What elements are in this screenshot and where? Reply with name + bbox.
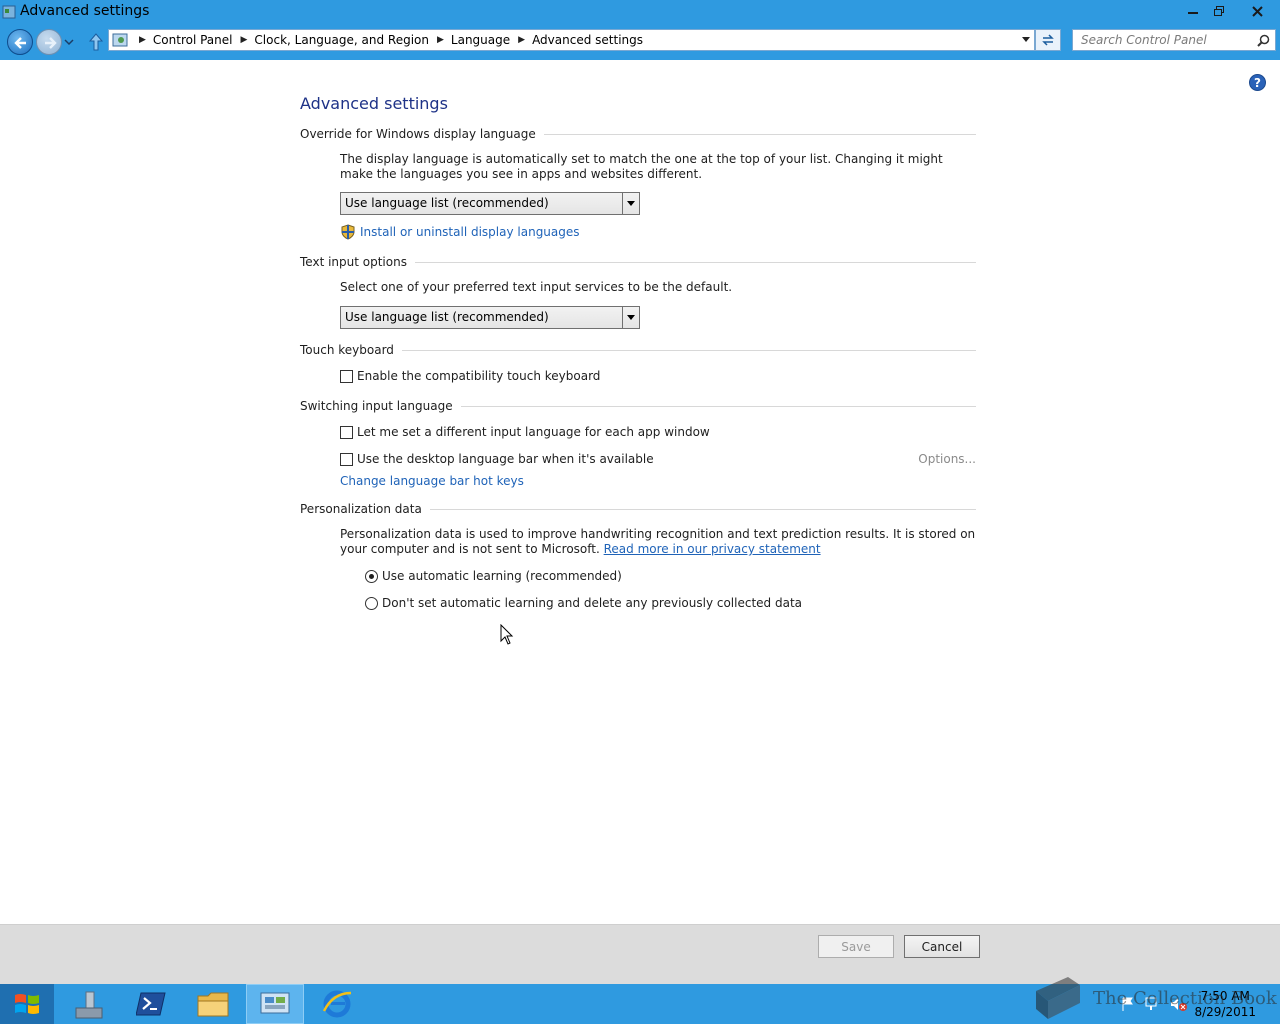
minimize-icon (1188, 12, 1198, 14)
install-display-languages-link[interactable]: Install or uninstall display languages (360, 225, 580, 239)
section-display-language: Override for Windows display language (300, 127, 976, 141)
shield-icon (341, 224, 355, 240)
divider (543, 133, 976, 135)
up-arrow-icon[interactable] (87, 32, 105, 52)
dropdown-value: Use language list (recommended) (345, 310, 549, 324)
cancel-button[interactable]: Cancel (904, 935, 980, 958)
taskbar-internet-explorer[interactable] (308, 984, 366, 1024)
search-input[interactable] (1073, 30, 1253, 50)
taskbar-control-panel[interactable] (246, 984, 304, 1024)
book-icon (1036, 977, 1080, 1019)
radio-label[interactable]: Use automatic learning (recommended) (382, 569, 622, 583)
navigation-bar: ▶ Control Panel ▶ Clock, Language, and R… (0, 24, 1280, 60)
options-link[interactable]: Options... (918, 452, 976, 466)
recent-locations-chevron-icon[interactable] (63, 37, 75, 47)
breadcrumb-arrow-icon[interactable]: ▶ (139, 35, 146, 45)
control-panel-icon (2, 5, 16, 19)
folder-icon (197, 992, 229, 1017)
per-app-language-option[interactable]: Let me set a different input language fo… (340, 425, 710, 439)
checkbox-label[interactable]: Enable the compatibility touch keyboard (357, 369, 600, 383)
watermark: The Collection Book (1030, 975, 1280, 1021)
change-hotkeys-link[interactable]: Change language bar hot keys (340, 474, 524, 488)
section-heading: Personalization data (300, 502, 422, 516)
section-heading: Switching input language (300, 399, 453, 413)
minimize-button[interactable] (1180, 0, 1206, 22)
restore-icon (1214, 6, 1224, 16)
display-language-description: The display language is automatically se… (340, 152, 943, 181)
checkbox-label[interactable]: Let me set a different input language fo… (357, 425, 710, 439)
dropdown-arrow-icon[interactable] (622, 193, 639, 214)
radio-label[interactable]: Don't set automatic learning and delete … (382, 596, 802, 610)
section-heading: Override for Windows display language (300, 127, 536, 141)
back-arrow-icon (14, 37, 26, 49)
personalization-description: Personalization data is used to improve … (340, 527, 976, 557)
section-heading: Touch keyboard (300, 343, 394, 357)
forward-button[interactable] (36, 29, 62, 55)
help-icon[interactable]: ? (1249, 74, 1266, 91)
text-input-dropdown[interactable]: Use language list (recommended) (340, 306, 640, 329)
taskbar-powershell[interactable] (122, 984, 180, 1024)
automatic-learning-radio[interactable] (365, 569, 378, 583)
no-learning-radio[interactable] (365, 596, 378, 610)
dropdown-arrow-icon[interactable] (622, 307, 639, 328)
breadcrumb: ▶ Control Panel ▶ Clock, Language, and R… (135, 30, 643, 50)
section-switching-input: Switching input language (300, 399, 976, 413)
touch-keyboard-checkbox[interactable] (340, 369, 353, 383)
privacy-statement-link[interactable]: Read more in our privacy statement (604, 542, 821, 556)
divider (429, 508, 976, 510)
breadcrumb-advanced-settings[interactable]: Advanced settings (532, 33, 643, 47)
breadcrumb-clock-language-region[interactable]: Clock, Language, and Region (254, 33, 429, 47)
display-language-dropdown[interactable]: Use language list (recommended) (340, 192, 640, 215)
per-app-language-checkbox[interactable] (340, 425, 353, 439)
text-input-description: Select one of your preferred text input … (340, 280, 733, 294)
address-dropdown-icon[interactable] (1022, 37, 1030, 43)
save-button[interactable]: Save (818, 935, 894, 958)
internet-explorer-icon (322, 990, 352, 1018)
back-button[interactable] (7, 29, 33, 55)
taskbar-server-manager[interactable] (60, 984, 118, 1024)
forward-arrow-icon (45, 37, 57, 49)
close-button[interactable] (1242, 0, 1272, 22)
section-touch-keyboard: Touch keyboard (300, 343, 976, 357)
install-display-languages-row: Install or uninstall display languages (340, 224, 580, 240)
section-personalization: Personalization data (300, 502, 976, 516)
powershell-icon (136, 992, 166, 1016)
divider (401, 349, 976, 351)
window-title: Advanced settings (20, 3, 150, 19)
breadcrumb-control-panel[interactable]: Control Panel (153, 33, 233, 47)
section-heading: Text input options (300, 255, 407, 269)
desktop-language-bar-option[interactable]: Use the desktop language bar when it's a… (340, 452, 654, 466)
title-bar: Advanced settings (0, 0, 1280, 24)
desktop-language-bar-checkbox[interactable] (340, 452, 353, 466)
close-icon (1251, 5, 1263, 17)
page-title: Advanced settings (300, 94, 448, 113)
refresh-button[interactable] (1035, 29, 1061, 51)
touch-keyboard-option[interactable]: Enable the compatibility touch keyboard (340, 369, 600, 383)
mouse-cursor-icon (500, 624, 514, 645)
start-button[interactable] (0, 984, 54, 1024)
breadcrumb-language[interactable]: Language (451, 33, 510, 47)
no-learning-option[interactable]: Don't set automatic learning and delete … (365, 596, 802, 610)
dropdown-value: Use language list (recommended) (345, 196, 549, 210)
divider (460, 405, 976, 407)
server-manager-icon (75, 991, 103, 1019)
checkbox-label[interactable]: Use the desktop language bar when it's a… (357, 452, 654, 466)
control-panel-icon (260, 992, 290, 1014)
refresh-icon (1042, 34, 1054, 46)
search-box[interactable] (1072, 29, 1276, 51)
divider (414, 261, 976, 263)
windows-logo-icon (15, 994, 39, 1014)
search-icon[interactable] (1257, 34, 1270, 47)
automatic-learning-option[interactable]: Use automatic learning (recommended) (365, 569, 622, 583)
taskbar-file-explorer[interactable] (184, 984, 242, 1024)
breadcrumb-arrow-icon[interactable]: ▶ (241, 35, 248, 45)
restore-button[interactable] (1206, 0, 1232, 22)
breadcrumb-arrow-icon[interactable]: ▶ (518, 35, 525, 45)
section-text-input: Text input options (300, 255, 976, 269)
control-panel-icon (112, 33, 128, 47)
watermark-text: The Collection Book (1093, 988, 1277, 1009)
breadcrumb-arrow-icon[interactable]: ▶ (437, 35, 444, 45)
address-bar[interactable]: ▶ Control Panel ▶ Clock, Language, and R… (108, 29, 1035, 51)
